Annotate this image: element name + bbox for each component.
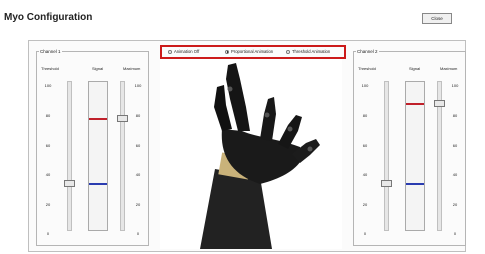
radio-button-icon — [168, 49, 172, 54]
tick-label: 20 — [362, 202, 368, 207]
tick-label: 100 — [44, 83, 52, 88]
tick-label: 60 — [135, 143, 141, 148]
channel-1-signal-meter — [88, 81, 108, 231]
robotic-hand-icon — [200, 63, 320, 249]
channel-1-max-line — [89, 118, 107, 120]
tick-label: 40 — [362, 172, 368, 177]
radio-animation-off[interactable]: Animation Off — [168, 49, 199, 54]
myo-configuration-window: Myo Configuration Close Channel 1 Thresh… — [0, 0, 485, 252]
channel-1-maximum-header: Maximum — [123, 66, 141, 71]
channel-2-threshold-header: Threshold — [358, 66, 376, 71]
channel-1-group: Channel 1 Threshold Signal Maximum 100 8… — [36, 49, 149, 246]
channel-2-signal-header: Signal — [409, 66, 421, 71]
tick-label: 20 — [135, 202, 141, 207]
tick-label: 40 — [135, 172, 141, 177]
channel-1-maximum-thumb[interactable] — [117, 115, 128, 122]
channel-2-max-line — [406, 103, 424, 106]
tick-label: 0 — [46, 231, 50, 236]
radio-label: Threshold Animation — [292, 49, 331, 54]
window-title: Myo Configuration — [4, 12, 93, 23]
channel-2-maximum-header: Maximum — [440, 66, 458, 71]
animation-mode-selector: Animation Off Proportional Animation Thr… — [160, 45, 346, 59]
tick-label: 60 — [452, 143, 458, 148]
channel-2-signal-meter — [405, 81, 425, 231]
tick-label: 80 — [452, 113, 458, 118]
channel-2-title: Channel 2 — [356, 49, 379, 54]
tick-label: 20 — [452, 202, 458, 207]
tick-label: 0 — [136, 231, 140, 236]
radio-threshold-animation[interactable]: Threshold Animation — [286, 49, 330, 54]
tick-label: 40 — [45, 172, 51, 177]
channel-1-threshold-thumb[interactable] — [64, 180, 75, 188]
channel-1-threshold-line — [89, 183, 107, 186]
tick-label: 60 — [45, 143, 51, 148]
hand-3d-viewer[interactable] — [160, 59, 342, 249]
tick-label: 80 — [362, 113, 368, 118]
tick-label: 20 — [45, 202, 51, 207]
tick-label: 0 — [363, 231, 367, 236]
tick-label: 100 — [451, 83, 459, 88]
channel-1-threshold-header: Threshold — [41, 66, 59, 71]
channel-2-group: Channel 2 Threshold Signal Maximum 100 8… — [353, 49, 466, 246]
tick-label: 100 — [134, 83, 142, 88]
tick-label: 80 — [45, 113, 51, 118]
channel-1-signal-header: Signal — [92, 66, 104, 71]
tick-label: 40 — [452, 172, 458, 177]
channel-1-maximum-slider[interactable] — [120, 81, 125, 231]
channel-1-threshold-slider[interactable] — [67, 81, 72, 231]
tick-label: 0 — [453, 231, 457, 236]
tick-label: 100 — [361, 83, 369, 88]
radio-button-icon — [286, 49, 290, 54]
channel-2-maximum-thumb[interactable] — [434, 100, 445, 108]
radio-label: Proportional Animation — [231, 49, 274, 54]
tick-label: 60 — [362, 143, 368, 148]
tick-label: 80 — [135, 113, 141, 118]
radio-proportional-animation[interactable]: Proportional Animation — [225, 49, 273, 54]
radio-label: Animation Off — [174, 49, 200, 54]
channel-2-threshold-slider[interactable] — [384, 81, 389, 231]
close-button[interactable]: Close — [422, 13, 452, 24]
channel-2-threshold-line — [406, 183, 424, 186]
channel-1-title: Channel 1 — [39, 49, 62, 54]
radio-button-selected-icon — [225, 49, 229, 54]
channel-2-threshold-thumb[interactable] — [381, 180, 392, 188]
